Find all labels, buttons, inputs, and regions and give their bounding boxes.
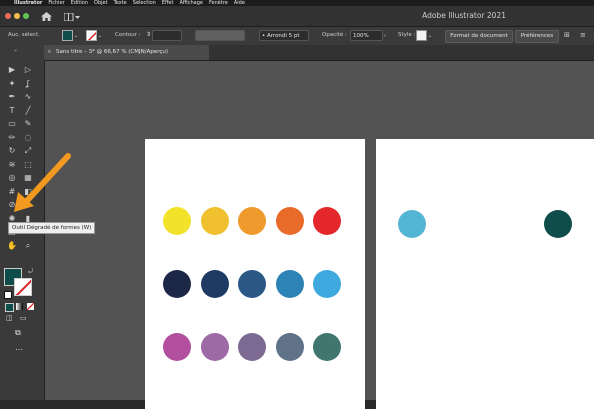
fill-swatch-color — [63, 31, 72, 40]
graphic-style-swatch[interactable] — [416, 30, 427, 41]
app-title: Adobe Illustrator 2021 — [422, 11, 506, 20]
swap-fill-stroke-icon[interactable]: ⤾ — [28, 268, 33, 276]
selection-tool-icon[interactable]: ▶ — [7, 65, 17, 75]
close-tab-icon[interactable]: × — [47, 49, 52, 55]
chevron-down-icon[interactable]: ⌄ — [74, 33, 78, 39]
title-bar: Adobe Illustrator 2021 — [0, 6, 594, 27]
gradient-mode-icon[interactable] — [16, 303, 23, 310]
close-window-button[interactable] — [5, 13, 11, 19]
lasso-tool-icon[interactable]: ʆ — [23, 79, 33, 89]
collapse-panel-icon[interactable]: « — [14, 48, 17, 54]
more-tools-icon[interactable]: ⋯ — [15, 345, 23, 354]
chevron-down-icon[interactable]: ⌄ — [428, 33, 432, 39]
artboard-1[interactable] — [145, 139, 365, 409]
align-icon[interactable]: ⊞ — [564, 31, 570, 39]
color-circle[interactable] — [275, 207, 304, 235]
pen-tool-icon[interactable]: ✒ — [7, 92, 17, 102]
color-circle[interactable] — [238, 207, 266, 235]
color-circle[interactable] — [238, 333, 266, 361]
color-circle[interactable] — [313, 333, 341, 361]
color-circle[interactable] — [313, 270, 341, 298]
screen-mode-icon[interactable]: ▭ — [20, 314, 27, 322]
control-bar: Auc. sélect. ⌄ ⌄ Contour : ⇕ • Arrondi 5… — [0, 27, 594, 46]
stroke-color-box[interactable] — [14, 278, 32, 296]
color-circle[interactable] — [200, 270, 229, 298]
eraser-tool-icon[interactable]: ◌ — [23, 133, 33, 143]
color-circle[interactable] — [238, 270, 266, 298]
color-circle[interactable] — [163, 333, 191, 361]
document-setup-button[interactable]: Format de document — [445, 30, 513, 43]
document-tab[interactable]: × Sans titre – 3* @ 66,67 % (CMJN/Aperçu… — [44, 45, 209, 60]
document-tab-label: Sans titre – 3* @ 66,67 % (CMJN/Aperçu) — [56, 49, 169, 55]
color-circle[interactable] — [163, 270, 191, 298]
annotation-arrow-icon — [14, 153, 71, 212]
color-circle[interactable] — [313, 207, 341, 235]
link-logo-icon — [551, 364, 585, 388]
color-circle[interactable] — [275, 333, 304, 361]
hand-tool-icon[interactable]: ✋ — [7, 241, 17, 251]
minimize-window-button[interactable] — [14, 13, 20, 19]
stroke-weight-field[interactable] — [152, 30, 182, 41]
direct-selection-tool-icon[interactable]: ▷ — [23, 65, 33, 75]
type-tool-icon[interactable]: T — [7, 106, 17, 116]
workspace-layout-icon[interactable] — [64, 13, 80, 21]
panel-menu-icon[interactable]: ≡ — [580, 31, 586, 39]
stroke-weight-stepper-icon[interactable]: ⇕ — [146, 31, 151, 38]
zoom-window-button[interactable] — [23, 13, 29, 19]
color-circle[interactable] — [544, 210, 572, 238]
color-circle[interactable] — [200, 333, 229, 361]
default-colors-icon[interactable] — [4, 291, 12, 299]
fill-swatch[interactable] — [62, 30, 73, 41]
rectangle-tool-icon[interactable]: ▭ — [7, 119, 17, 129]
color-circle[interactable] — [398, 210, 426, 238]
opacity-value: 100% — [353, 33, 369, 39]
stroke-label: Contour : — [115, 32, 141, 38]
none-mode-icon[interactable] — [27, 303, 34, 310]
opacity-field[interactable]: 100% — [350, 30, 383, 41]
change-screen-mode-icon[interactable]: ⧉ — [15, 328, 21, 338]
magic-wand-tool-icon[interactable]: ✦ — [7, 79, 17, 89]
color-mode-icon[interactable] — [5, 303, 14, 312]
color-circle[interactable] — [163, 207, 191, 235]
opacity-label: Opacité : — [322, 32, 347, 38]
line-tool-icon[interactable]: ╱ — [23, 106, 33, 116]
stroke-swatch[interactable] — [86, 30, 97, 41]
canvas[interactable] — [45, 61, 594, 409]
brush-definition-value: Arrondi 5 pt — [267, 33, 300, 39]
variable-width-profile[interactable] — [195, 30, 245, 41]
brush-definition-field[interactable]: • Arrondi 5 pt — [259, 30, 309, 41]
document-tab-bar: × Sans titre – 3* @ 66,67 % (CMJN/Aperçu… — [44, 45, 594, 61]
zoom-tool-icon[interactable]: ⌕ — [23, 241, 33, 251]
chevron-down-icon[interactable]: ⌄ — [98, 33, 102, 39]
tooltip: Outil Dégradé de formes (W) — [8, 222, 96, 234]
color-circle[interactable] — [275, 270, 304, 298]
selection-status-label: Auc. sélect. — [8, 32, 40, 38]
no-stroke-icon — [87, 31, 96, 40]
paintbrush-tool-icon[interactable]: ✎ — [23, 119, 33, 129]
draw-normal-icon[interactable]: ◫ — [6, 314, 13, 322]
home-icon[interactable] — [41, 12, 52, 21]
color-circle[interactable] — [200, 207, 229, 235]
chevron-right-icon[interactable]: › — [384, 33, 386, 39]
preferences-button[interactable]: Préférences — [515, 30, 559, 43]
curvature-tool-icon[interactable]: ∿ — [23, 92, 33, 102]
no-stroke-icon — [15, 279, 31, 295]
pencil-tool-icon[interactable]: ✏ — [7, 133, 17, 143]
style-label: Style : — [398, 32, 416, 38]
